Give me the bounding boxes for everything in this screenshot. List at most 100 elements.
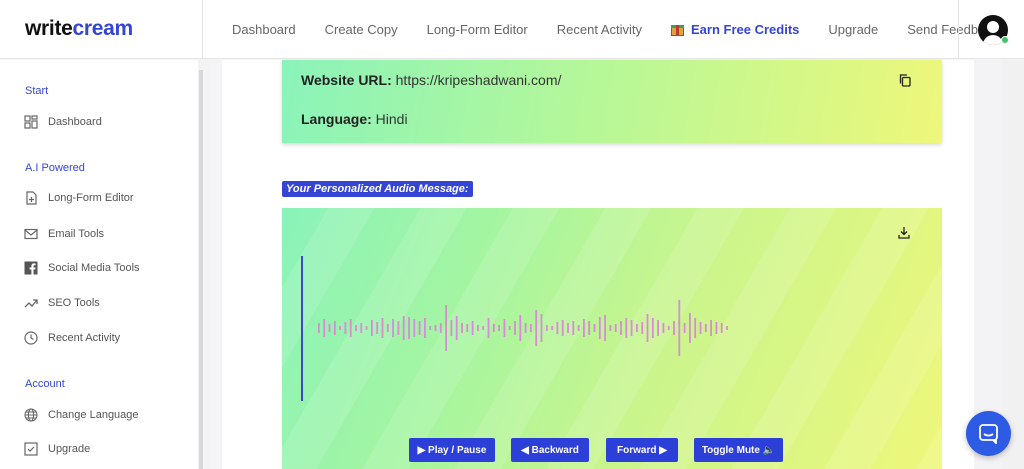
waveform-bar — [614, 324, 617, 332]
sidebar-item-change-language[interactable]: Change Language — [24, 408, 139, 422]
waveform-bar — [365, 326, 368, 330]
waveform-bar — [424, 318, 426, 338]
waveform-bar — [699, 322, 702, 334]
waveform-bar — [630, 320, 633, 336]
mail-icon — [24, 228, 38, 240]
sidebar-item-label: Dashboard — [48, 116, 102, 128]
waveform-bar — [408, 317, 410, 339]
waveform-bar — [720, 323, 723, 333]
language-label: Language: — [301, 111, 372, 127]
waveform-bar — [715, 322, 718, 334]
info-box: Website URL: https://kripeshadwani.com/ … — [282, 60, 942, 143]
waveform-bar — [704, 324, 707, 332]
sidebar-item-upgrade[interactable]: Upgrade — [24, 442, 90, 456]
facebook-icon — [24, 261, 38, 275]
audio-waveform[interactable] — [282, 208, 942, 469]
forward-button[interactable]: Forward ▶ — [606, 438, 678, 462]
waveform-bar — [376, 322, 379, 334]
clock-icon — [24, 331, 38, 345]
sidebar-item-dashboard[interactable]: Dashboard — [24, 115, 102, 129]
waveform-bar — [434, 325, 437, 331]
waveform-bar — [344, 322, 347, 334]
sidebar-item-recent-activity[interactable]: Recent Activity — [24, 331, 120, 345]
copy-icon[interactable] — [899, 74, 911, 87]
sidebar-item-label: Recent Activity — [48, 332, 121, 344]
logo[interactable]: writecream — [25, 17, 133, 41]
waveform-bar — [625, 318, 628, 338]
sidebar-section-ai-powered: A.I Powered — [25, 162, 85, 174]
sidebar-item-long-form-editor[interactable]: Long-Form Editor — [24, 191, 134, 205]
waveform-bar — [593, 324, 596, 332]
nav-long-form-editor[interactable]: Long-Form Editor — [427, 22, 528, 37]
nav-recent-activity[interactable]: Recent Activity — [557, 22, 642, 37]
nav-upgrade[interactable]: Upgrade — [828, 22, 878, 37]
waveform-bar — [641, 322, 644, 334]
waveform-bar — [620, 321, 622, 335]
waveform-bar — [561, 320, 564, 336]
waveform-bar — [535, 310, 538, 346]
sidebar-item-label: Social Media Tools — [48, 262, 140, 274]
waveform-bar — [355, 325, 357, 331]
waveform-bar — [609, 325, 612, 331]
waveform-bar — [318, 323, 320, 333]
sidebar-item-label: Long-Form Editor — [48, 192, 134, 204]
waveform-bar — [567, 323, 569, 333]
online-status-dot — [1001, 36, 1009, 44]
waveform-bar — [461, 323, 463, 333]
backward-button[interactable]: ◀ Backward — [511, 438, 589, 462]
waveform-bar — [466, 324, 469, 332]
waveform-bar — [418, 321, 421, 335]
waveform-bar — [498, 325, 500, 331]
waveform-bar — [540, 314, 543, 342]
sidebar-item-social-media-tools[interactable]: Social Media Tools — [24, 261, 140, 275]
waveform-bar — [503, 319, 506, 337]
waveform-bar — [471, 321, 474, 335]
nav-earn-free-credits[interactable]: Earn Free Credits — [671, 22, 799, 37]
waveform-bar — [667, 326, 670, 330]
waveform-bar — [455, 316, 458, 340]
waveform-bar — [514, 321, 516, 335]
avatar-container — [958, 0, 1024, 59]
waveform-bar — [524, 323, 527, 333]
sidebar-item-label: Change Language — [48, 409, 139, 421]
toggle-mute-button[interactable]: Toggle Mute 🔈 — [694, 438, 783, 462]
top-navbar: writecream Dashboard Create Copy Long-Fo… — [0, 0, 1024, 59]
waveform-bar — [646, 314, 649, 342]
waveform-bar — [636, 324, 638, 332]
waveform-bar — [551, 326, 553, 330]
waveform-bar — [678, 300, 681, 356]
waveform-bar — [545, 325, 548, 331]
nav-earn-free-credits-label: Earn Free Credits — [691, 22, 800, 37]
waveform-bar — [556, 322, 559, 334]
dashboard-icon — [24, 115, 38, 129]
waveform-bar — [662, 323, 665, 333]
waveform-bar — [450, 320, 453, 336]
sidebar-item-label: Email Tools — [48, 228, 105, 240]
audio-playhead[interactable] — [301, 256, 303, 401]
nav-create-copy[interactable]: Create Copy — [325, 22, 398, 37]
waveform-bar — [445, 305, 447, 351]
website-url-line: Website URL: https://kripeshadwani.com/ — [301, 72, 561, 88]
waveform-bar — [439, 323, 442, 333]
waveform-bar — [604, 315, 606, 341]
page-scrollbar[interactable] — [1002, 60, 1024, 469]
play-pause-button[interactable]: ▶ Play / Pause — [409, 438, 495, 462]
waveform-bar — [349, 319, 352, 337]
globe-icon — [24, 408, 38, 422]
sidebar-scrollbar[interactable] — [199, 70, 203, 469]
waveform-bar — [657, 320, 659, 336]
waveform-bar — [519, 315, 522, 341]
logo-text-write: write — [25, 17, 73, 40]
waveform-bar — [371, 320, 373, 336]
waveform-bar — [726, 326, 728, 330]
waveform-bar — [689, 313, 691, 343]
sidebar-item-seo-tools[interactable]: SEO Tools — [24, 296, 100, 310]
nav-dashboard[interactable]: Dashboard — [232, 22, 296, 37]
waveform-bar — [508, 326, 511, 330]
waveform-bar — [492, 324, 495, 332]
chat-button[interactable] — [966, 411, 1011, 456]
sidebar-item-label: Upgrade — [48, 443, 91, 455]
main-nav: Dashboard Create Copy Long-Form Editor R… — [203, 0, 998, 59]
checkbox-icon — [24, 442, 38, 456]
sidebar-item-email-tools[interactable]: Email Tools — [24, 227, 104, 241]
